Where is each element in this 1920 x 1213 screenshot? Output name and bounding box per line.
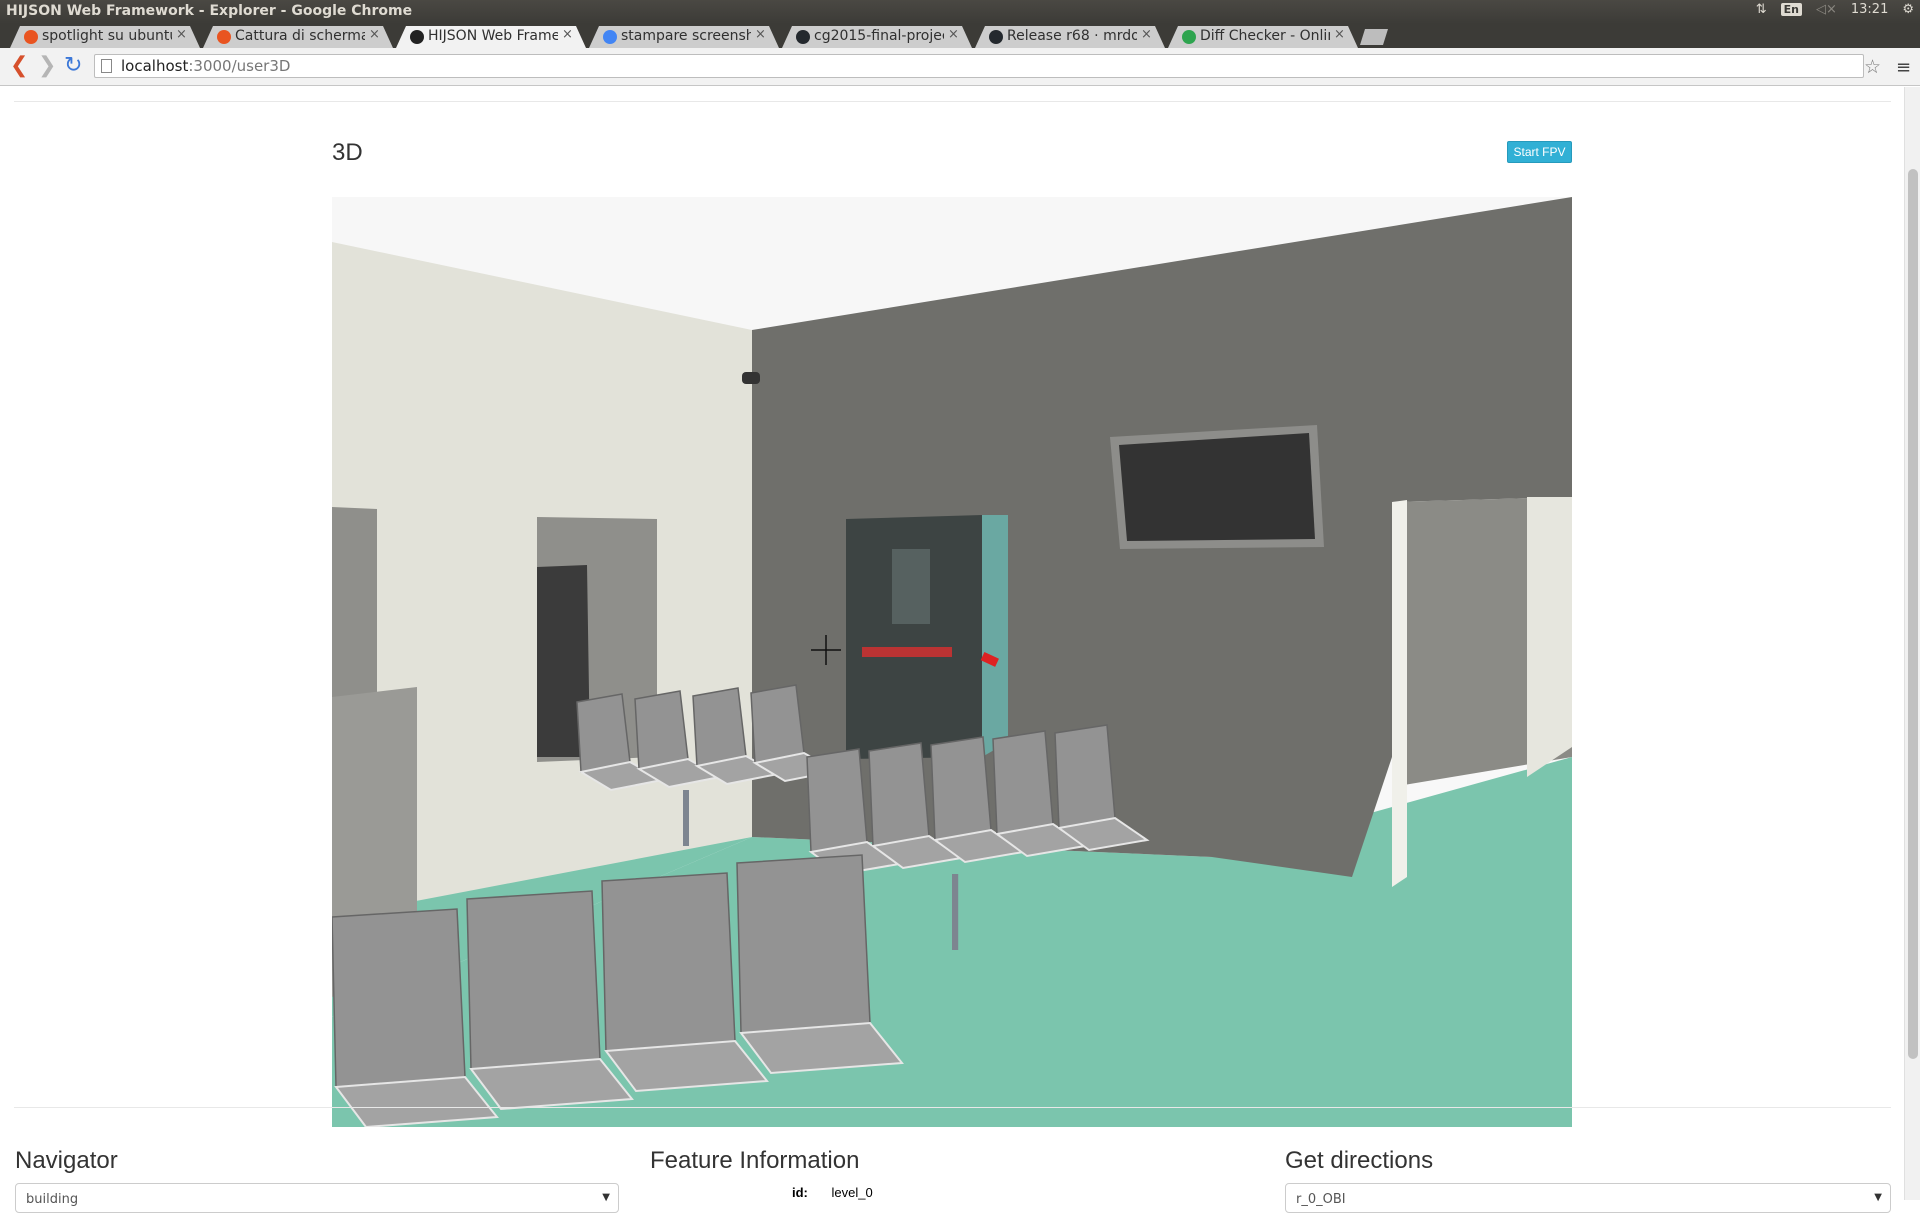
feature-info-row: id: level_0 <box>792 1185 873 1200</box>
window-title: HIJSON Web Framework - Explorer - Google… <box>6 3 413 19</box>
chair-back <box>750 684 805 764</box>
close-icon[interactable]: × <box>369 27 380 42</box>
chair-back <box>930 736 992 841</box>
os-top-bar: HIJSON Web Framework - Explorer - Google… <box>0 0 1920 24</box>
page-icon <box>101 59 112 73</box>
tab-1[interactable]: Cattura di schermata × <box>203 26 393 48</box>
github-icon <box>989 30 1003 44</box>
tv-screen <box>1119 433 1315 541</box>
chair-back <box>692 687 747 767</box>
3d-scene[interactable] <box>332 197 1572 1127</box>
feature-value: level_0 <box>831 1185 873 1200</box>
push-bar <box>862 647 952 657</box>
close-icon[interactable]: × <box>1334 27 1345 42</box>
tab-0[interactable]: spotlight su ubuntu × <box>10 26 200 48</box>
tab-strip: spotlight su ubuntu×Cattura di schermata… <box>0 24 1920 48</box>
diffchecker-icon <box>1182 30 1196 44</box>
chair-back <box>601 872 736 1052</box>
tab-2[interactable]: HIJSON Web Framework × <box>396 26 586 48</box>
close-icon[interactable]: × <box>1141 27 1152 42</box>
chair-leg <box>952 874 959 950</box>
close-icon[interactable]: × <box>176 27 187 42</box>
chair-back <box>1054 724 1116 829</box>
keyboard-icon[interactable]: En <box>1780 3 1802 16</box>
chair-back <box>634 690 689 770</box>
chevron-down-icon: ▼ <box>602 1192 610 1203</box>
volume-muted-icon[interactable]: ◁× <box>1816 2 1837 17</box>
back-icon[interactable]: ❮ <box>10 55 28 77</box>
chair-back <box>576 693 631 773</box>
navigator-select[interactable]: building ▼ <box>15 1183 619 1213</box>
start-fpv-button[interactable]: Start FPV <box>1507 141 1572 163</box>
close-icon[interactable]: × <box>755 27 766 42</box>
scrollbar-thumb[interactable] <box>1908 169 1918 1059</box>
ubuntu-icon <box>217 30 231 44</box>
chair-back <box>868 742 930 847</box>
tab-3[interactable]: stampare screenshot × <box>589 26 779 48</box>
new-tab-button[interactable] <box>1360 29 1388 45</box>
tab-label: cg2015-final-project <box>814 28 944 44</box>
chair-back <box>992 730 1054 835</box>
tab-label: Release r68 · mrdoob <box>1007 28 1137 44</box>
forward-icon[interactable]: ❯ <box>38 55 56 77</box>
directions-title: Get directions <box>1285 1147 1434 1174</box>
chrome-menu-icon[interactable]: ≡ <box>1896 57 1911 78</box>
bookmark-star-icon[interactable]: ☆ <box>1864 56 1881 78</box>
chevron-down-icon: ▼ <box>1874 1192 1882 1203</box>
camera <box>742 372 760 384</box>
ubuntu-icon <box>24 30 38 44</box>
google-icon <box>603 30 617 44</box>
feature-info-title: Feature Information <box>650 1147 860 1174</box>
directions-select[interactable]: r_0_OBI ▼ <box>1285 1183 1891 1213</box>
navigator-title: Navigator <box>15 1147 118 1174</box>
tab-6[interactable]: Diff Checker - Online × <box>1168 26 1358 48</box>
tab-label: Diff Checker - Online <box>1200 28 1330 44</box>
tab-label: spotlight su ubuntu <box>42 28 172 44</box>
chair-back <box>466 890 601 1070</box>
chair-back <box>332 908 466 1088</box>
feature-key: id: <box>792 1185 808 1200</box>
browser-toolbar: ❮ ❯ ↻ localhost:3000/user3D ☆ ≡ <box>0 48 1920 86</box>
chair-back <box>806 748 868 853</box>
close-icon[interactable]: × <box>948 27 959 42</box>
tab-5[interactable]: Release r68 · mrdoob × <box>975 26 1165 48</box>
page-title: 3D <box>332 139 363 166</box>
url-path: :3000/user3D <box>188 57 291 75</box>
3d-viewport[interactable] <box>332 197 1572 1127</box>
address-bar[interactable]: localhost:3000/user3D <box>94 54 1864 78</box>
gear-icon[interactable]: ⚙ <box>1902 2 1914 17</box>
divider <box>14 101 1891 102</box>
reload-icon[interactable]: ↻ <box>64 55 82 77</box>
page-icon <box>410 30 424 44</box>
page-scrollbar[interactable] <box>1904 87 1920 1200</box>
tab-label: Cattura di schermata <box>235 28 365 44</box>
close-icon[interactable]: × <box>562 27 573 42</box>
divider <box>14 1107 1891 1108</box>
clock[interactable]: 13:21 <box>1851 2 1888 17</box>
tab-4[interactable]: cg2015-final-project × <box>782 26 972 48</box>
tab-label: stampare screenshot <box>621 28 751 44</box>
tab-label: HIJSON Web Framework <box>428 28 558 44</box>
network-arrows-icon[interactable]: ⇅ <box>1756 2 1767 17</box>
chair-back <box>736 854 871 1034</box>
chair-leg <box>683 790 689 846</box>
os-indicators: ⇅ En ◁× 13:21 ⚙ <box>1756 2 1914 17</box>
url-text[interactable]: localhost:3000/user3D <box>121 57 290 75</box>
page-content: 3D Start FPV Navigator building ▼ Featur… <box>0 87 1904 1213</box>
url-host: localhost <box>121 57 189 75</box>
github-icon <box>796 30 810 44</box>
